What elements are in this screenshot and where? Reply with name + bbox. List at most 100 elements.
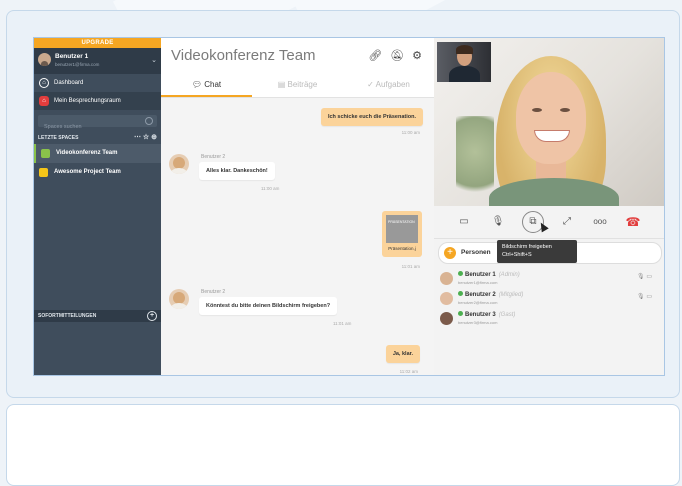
notifications-off-icon[interactable]: 🔕︎ xyxy=(390,50,412,62)
participant-name-text: Benutzer 3 xyxy=(465,312,496,318)
attachment-icon[interactable]: 🔗︎ xyxy=(368,50,390,62)
chat-message: Ja, klar. xyxy=(385,345,420,363)
file-name: Präsentation.j xyxy=(388,246,416,251)
online-status-icon xyxy=(458,271,463,276)
message-time: 11:00 am xyxy=(401,130,420,135)
fullscreen-icon[interactable]: ⤢ xyxy=(558,214,576,230)
star-icon[interactable]: ☆ xyxy=(143,134,149,141)
page-title: Videokonferenz Team xyxy=(171,47,316,64)
chat-panel: Videokonferenz Team 🔗︎🔕︎⚙ 💬︎ Chat ▤ Beit… xyxy=(161,38,434,375)
video-panel: ▭ 🎙︎ ⧉ ⤢ ooo ☎ + Personen Benutzer 1 (Adm… xyxy=(434,38,664,375)
recent-spaces-header: LETZTE SPACES ⋯ ☆ ⊕ xyxy=(34,132,161,144)
participant-role: (Admin) xyxy=(498,272,520,278)
more-icon[interactable]: ooo xyxy=(591,214,609,230)
user-menu[interactable]: Benutzer 1 benutzer1@firma.com ⌄ xyxy=(34,48,161,74)
online-status-icon xyxy=(458,291,463,296)
chevron-down-icon[interactable]: ⌄ xyxy=(151,56,157,64)
tooltip-shortcut: Ctrl+Shift+S xyxy=(502,252,532,258)
camera-icon: ▭ xyxy=(646,294,652,300)
camera-icon: ▭ xyxy=(646,274,652,280)
call-controls: ▭ 🎙︎ ⧉ ⤢ ooo ☎ xyxy=(434,206,664,239)
participant-email: benutzer2@firma.com xyxy=(458,300,498,305)
section-label: SOFORTMITTEILUNGEN xyxy=(38,313,97,319)
posts-icon: ▤ xyxy=(277,80,286,89)
search-icon[interactable] xyxy=(145,117,153,125)
sidebar-item-space[interactable]: Awesome Project Team xyxy=(34,163,161,182)
self-video[interactable] xyxy=(437,42,491,82)
file-attachment[interactable]: PRÄSENTATION Präsentation.j xyxy=(382,211,422,257)
more-icon[interactable]: ⋯ xyxy=(134,134,141,141)
sidebar-item-label: Mein Besprechungsraum xyxy=(54,98,121,104)
video-person-eye xyxy=(560,108,570,112)
app-window: UPGRADE Benutzer 1 benutzer1@firma.com ⌄… xyxy=(33,37,665,376)
avatar xyxy=(440,272,453,285)
microphone-icon: 🎙︎ xyxy=(637,274,645,280)
message-time: 11:01 am xyxy=(401,264,420,269)
space-icon xyxy=(41,149,50,158)
video-plant xyxy=(456,116,494,206)
sidebar-item-meeting-room[interactable]: ⌂ Mein Besprechungsraum xyxy=(34,92,161,110)
video-person-eye xyxy=(532,108,542,112)
avatar xyxy=(169,289,189,309)
self-video-body xyxy=(449,66,480,82)
message-time: 11:02 am xyxy=(399,369,418,374)
tab-tasks[interactable]: ✓ Aufgaben xyxy=(343,73,434,97)
avatar xyxy=(169,154,189,174)
avatar xyxy=(38,53,51,66)
tab-label: Beiträge xyxy=(287,80,318,89)
space-icon xyxy=(39,168,48,177)
participant-email: benutzer1@firma.com xyxy=(458,280,498,285)
tab-label: Chat xyxy=(204,80,222,89)
chat-bubble-icon: 💬︎ xyxy=(191,80,202,89)
message-sender: Benutzer 2 xyxy=(201,154,226,160)
sidebar-item-dashboard[interactable]: ⌂ Dashboard xyxy=(34,74,161,92)
sidebar-item-space[interactable]: Videokonferenz Team xyxy=(34,144,161,163)
chat-message: Ich schicke euch die Präsenation. xyxy=(320,108,423,126)
add-person-icon[interactable]: + xyxy=(444,247,456,259)
upgrade-banner[interactable]: UPGRADE xyxy=(34,38,161,48)
sidebar-item-label: Dashboard xyxy=(54,80,84,86)
add-icon[interactable]: ⊕ xyxy=(151,134,157,141)
avatar xyxy=(440,292,453,305)
participant-name: Benutzer 1 (Admin) xyxy=(458,271,520,278)
gear-icon[interactable]: ⚙ xyxy=(412,50,430,62)
video-person-face xyxy=(516,72,586,164)
self-video-hair xyxy=(456,45,473,54)
online-status-icon xyxy=(458,311,463,316)
sidebar: UPGRADE Benutzer 1 benutzer1@firma.com ⌄… xyxy=(34,38,161,375)
participant-row[interactable]: Benutzer 2 (Mitglied) benutzer2@firma.com… xyxy=(438,290,660,308)
message-time: 11:00 am xyxy=(261,186,280,191)
participant-row[interactable]: Benutzer 3 (Gast) benutzer3@firma.com xyxy=(438,310,660,328)
participant-row[interactable]: Benutzer 1 (Admin) benutzer1@firma.com 🎙︎… xyxy=(438,270,660,288)
tab-label: Aufgaben xyxy=(375,80,410,89)
participant-name: Benutzer 2 (Mitglied) xyxy=(458,291,523,298)
tab-posts[interactable]: ▤ Beiträge xyxy=(252,73,343,97)
user-name: Benutzer 1 xyxy=(55,53,89,60)
participant-name: Benutzer 3 (Gast) xyxy=(458,311,515,318)
message-sender: Benutzer 2 xyxy=(201,289,226,295)
microphone-icon: 🎙︎ xyxy=(637,294,645,300)
chat-header: Videokonferenz Team 🔗︎🔕︎⚙ xyxy=(161,38,434,73)
section-label: LETZTE SPACES xyxy=(38,135,79,141)
add-icon[interactable]: + xyxy=(147,311,157,321)
avatar xyxy=(440,312,453,325)
microphone-icon[interactable]: 🎙︎ xyxy=(489,214,507,230)
tab-chat[interactable]: 💬︎ Chat xyxy=(161,73,252,97)
tooltip-title: Bildschirm freigeben xyxy=(502,244,552,250)
sidebar-item-label: Videokonferenz Team xyxy=(56,150,118,156)
device-icons: 🎙︎ ▭ xyxy=(637,293,652,300)
participant-name-text: Benutzer 1 xyxy=(465,272,496,278)
header-actions: 🔗︎🔕︎⚙ xyxy=(368,49,430,62)
message-time: 11:01 am xyxy=(333,321,352,326)
main-video xyxy=(434,38,664,206)
sidebar-item-label: Awesome Project Team xyxy=(54,169,121,175)
user-email: benutzer1@firma.com xyxy=(55,62,100,67)
home-icon: ⌂ xyxy=(39,78,49,88)
screen-share-tooltip: Bildschirm freigeben Ctrl+Shift+S xyxy=(497,240,577,263)
persons-label: Personen xyxy=(461,249,491,256)
camera-icon[interactable]: ▭ xyxy=(455,214,473,230)
hang-up-icon[interactable]: ☎ xyxy=(624,214,642,230)
chat-message: Könntest du bitte deinen Bildschirm frei… xyxy=(199,297,338,315)
participant-role: (Gast) xyxy=(498,312,516,318)
thumbnail-label: PRÄSENTATION xyxy=(388,220,415,224)
